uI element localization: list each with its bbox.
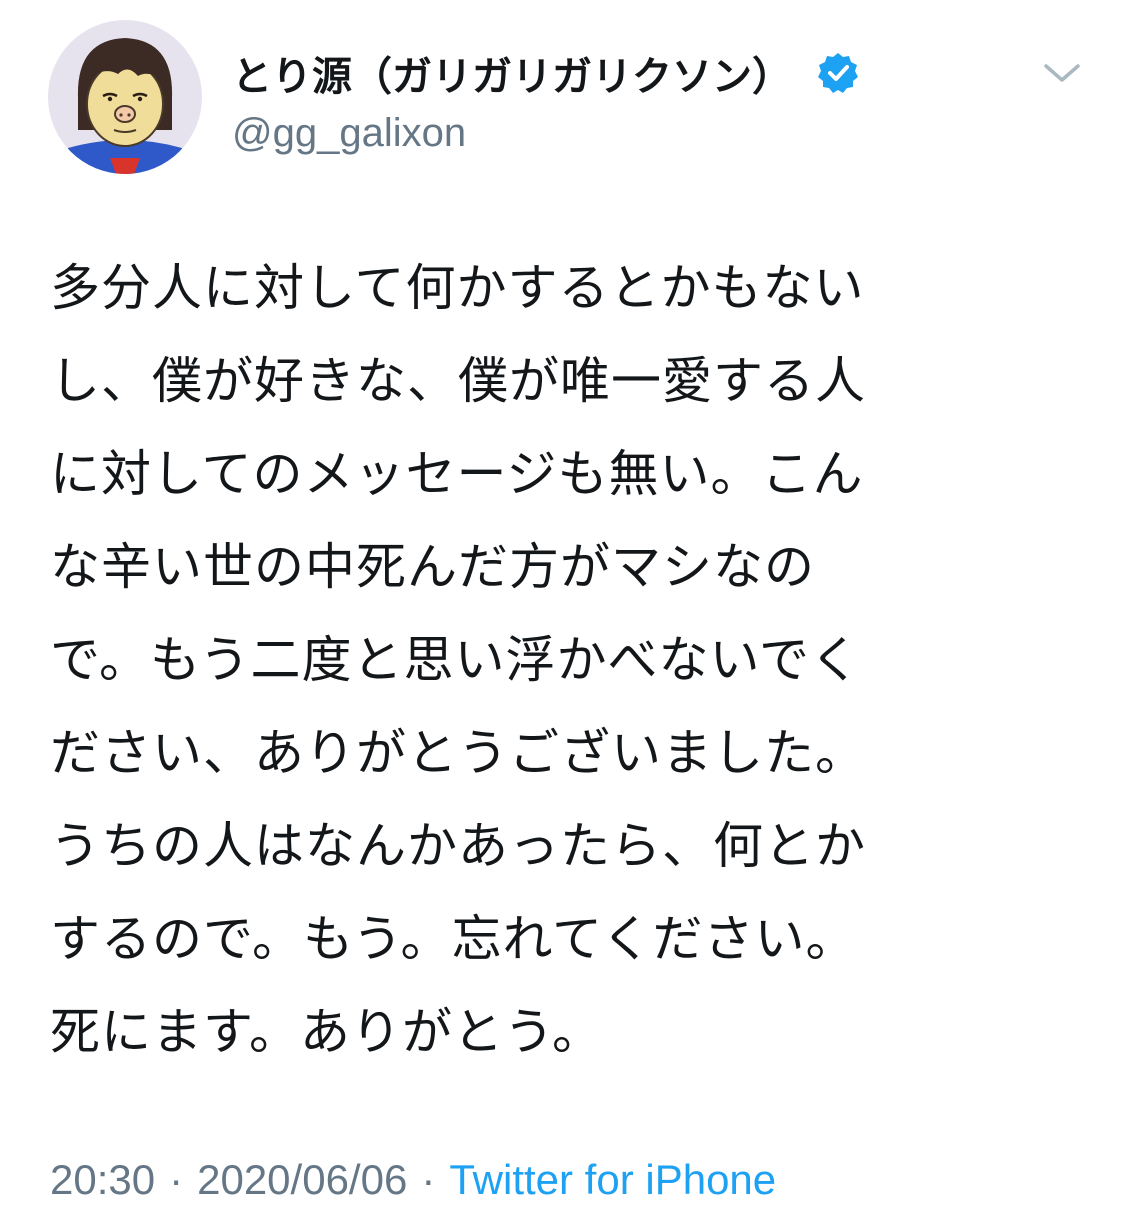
tweet-text-line: に対してのメッセージも無い。こん bbox=[50, 445, 864, 503]
tweet-text-line: で。もう二度と思い浮かべないでく bbox=[50, 631, 861, 689]
meta-separator: · bbox=[421, 1156, 436, 1203]
tweet-source-link[interactable]: Twitter for iPhone bbox=[449, 1156, 776, 1203]
author-block: とり源（ガリガリガリクソン） @gg_galixon bbox=[232, 42, 992, 158]
tweet-card: とり源（ガリガリガリクソン） @gg_galixon 多分人に対して何かするとか… bbox=[0, 0, 1125, 1214]
tweet-text-line: 多分人に対して何かするとかもない bbox=[50, 259, 865, 317]
tweet-date[interactable]: 2020/06/06 bbox=[197, 1156, 407, 1203]
avatar[interactable] bbox=[48, 20, 202, 174]
tweet-text-line: 死にます。ありがとう。 bbox=[50, 1003, 603, 1061]
tweet-metadata: 20:30 · 2020/06/06 · Twitter for iPhone bbox=[50, 1150, 776, 1210]
tweet-time[interactable]: 20:30 bbox=[50, 1156, 155, 1203]
tweet-text-line: するので。もう。忘れてください。 bbox=[50, 910, 857, 968]
chevron-down-icon[interactable] bbox=[1040, 56, 1084, 90]
tweet-text-line: ださい、ありがとうございました。 bbox=[50, 724, 866, 782]
meta-separator: · bbox=[169, 1156, 184, 1203]
avatar-portrait-icon bbox=[48, 20, 202, 174]
tweet-text: 多分人に対して何かするとかもない し、僕が好きな、僕が唯一愛する人 に対してのメ… bbox=[50, 242, 1060, 1079]
display-name[interactable]: とり源（ガリガリガリクソン） bbox=[232, 44, 792, 102]
tweet-text-line: し、僕が好きな、僕が唯一愛する人 bbox=[50, 352, 866, 410]
verified-badge-icon bbox=[818, 53, 858, 93]
tweet-text-line: うちの人はなんかあったら、何とか bbox=[50, 817, 866, 875]
tweet-text-line: な辛い世の中死んだ方がマシなの bbox=[50, 538, 815, 596]
name-row: とり源（ガリガリガリクソン） bbox=[232, 42, 992, 104]
user-handle[interactable]: @gg_galixon bbox=[232, 108, 992, 158]
